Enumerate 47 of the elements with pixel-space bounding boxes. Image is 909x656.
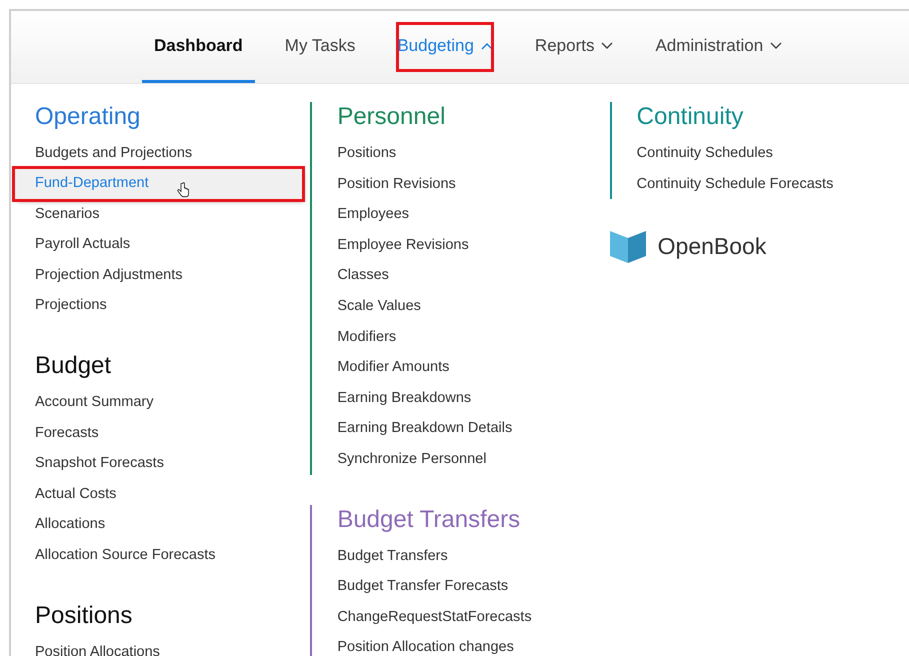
hand-cursor-icon [176, 182, 189, 198]
nav-tab[interactable]: Administration [643, 11, 794, 83]
menu-link[interactable]: Positions [337, 138, 610, 169]
chevron-down-icon [770, 42, 782, 50]
menu-link[interactable]: Earning Breakdowns [337, 382, 610, 414]
menu-link[interactable]: Modifiers [337, 322, 610, 352]
menu-link[interactable]: Scale Values [337, 290, 610, 322]
menu-link[interactable]: Allocation Source Forecasts [35, 540, 310, 571]
nav-tab[interactable]: My Tasks [272, 11, 368, 83]
menu-link[interactable]: Employees [337, 199, 610, 230]
nav-tab[interactable]: Reports [522, 11, 626, 83]
menu-link[interactable]: Snapshot Forecasts [35, 448, 310, 479]
menu-link[interactable]: Projections [35, 290, 310, 321]
menu-link[interactable]: Projection Adjustments [35, 260, 310, 290]
menu-link[interactable]: Budget Transfer Forecasts [337, 571, 610, 602]
menu-link[interactable]: Actual Costs [35, 478, 310, 510]
section-heading: Operating [35, 102, 142, 132]
menu-link[interactable]: Allocations [35, 509, 310, 540]
menu-link[interactable]: Forecasts [35, 418, 310, 448]
menu-link[interactable]: Synchronize Personnel [337, 444, 610, 475]
logo-text: OpenBook [658, 232, 766, 260]
chevron-down-icon [601, 42, 614, 50]
nav-tab[interactable]: Dashboard [142, 11, 255, 83]
menu-link[interactable]: Continuity Schedules [636, 138, 909, 169]
menu-link[interactable]: Budget Transfers [337, 540, 610, 572]
menu-link[interactable]: Earning Breakdown Details [337, 413, 610, 444]
chevron-up-icon [480, 42, 493, 50]
menu-link[interactable]: Budgets and Projections [35, 138, 310, 169]
menu-link[interactable]: Scenarios [35, 198, 310, 230]
menu-link[interactable]: Payroll Actuals [35, 229, 310, 260]
menu-link[interactable]: Modifier Amounts [337, 352, 610, 383]
menu-link[interactable]: Employee Revisions [337, 230, 610, 260]
book-logo-icon [610, 229, 646, 264]
section-heading: Personnel [337, 102, 446, 132]
menu-link[interactable]: Position Allocation changes [337, 632, 610, 656]
section-heading: Continuity [636, 102, 744, 132]
menu-link[interactable]: Position Revisions [337, 168, 610, 200]
menu-link[interactable]: Fund-Department [15, 168, 302, 199]
menu-link[interactable]: ChangeRequestStatForecasts [337, 602, 610, 632]
nav-tab[interactable]: Budgeting [385, 11, 505, 83]
menu-link[interactable]: Classes [337, 260, 610, 291]
menu-link[interactable]: Account Summary [35, 386, 310, 418]
menu-link[interactable]: Continuity Schedule Forecasts [636, 168, 909, 200]
section-heading: Positions [35, 600, 134, 631]
section-heading: Budget Transfers [337, 504, 522, 535]
menu-link[interactable]: Position Allocations [35, 636, 310, 656]
section-heading: Budget [35, 350, 112, 381]
